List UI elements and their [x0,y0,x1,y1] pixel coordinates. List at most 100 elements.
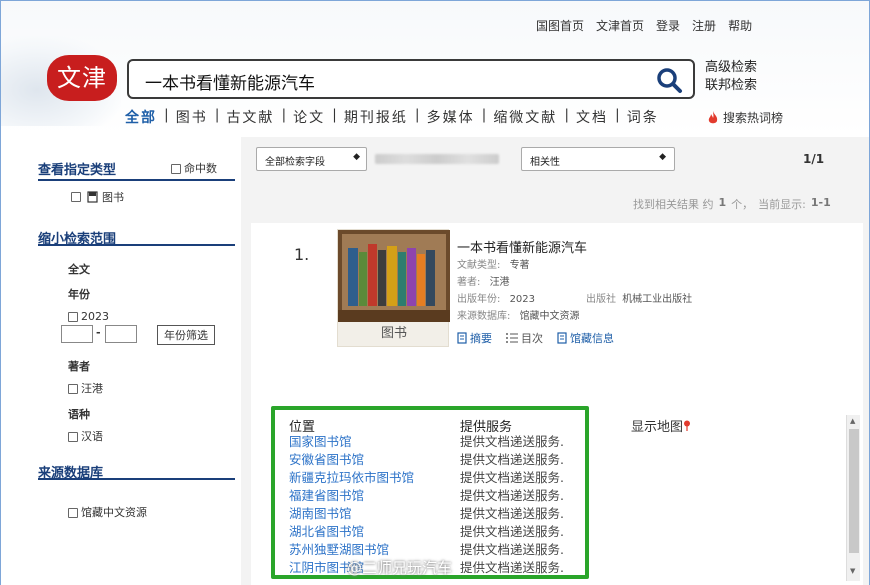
meta-pubyear: 出版年份: 2023 [457,292,535,308]
year-filter-button[interactable]: 年份筛选 [157,325,215,345]
tab-entries[interactable]: 词条 [627,107,659,127]
tab-separator: | [164,107,169,123]
pubyear-value: 2023 [509,294,536,305]
tab-multimedia[interactable]: 多媒体 [427,107,475,127]
result-actions: 摘要 目次 馆藏信息 [457,330,614,346]
hot-search[interactable]: 搜索热词榜 [707,109,783,126]
hit-count-label: 命中数 [184,162,217,175]
result-summary: 找到相关结果 约 1 个， 当前显示: 1-1 [633,196,831,212]
advanced-search-link[interactable]: 高级检索 [705,59,757,77]
books-checkbox[interactable] [71,192,81,202]
advanced-links: 高级检索 联邦检索 [705,59,757,95]
author-meta-value: 汪港 [489,277,510,288]
tab-books[interactable]: 图书 [176,107,208,127]
blurred-text [375,154,499,164]
tab-ancient[interactable]: 古文献 [226,107,274,127]
tab-separator: | [214,107,220,123]
meta-publisher: 出版社 机械工业出版社 [586,292,692,308]
result-unit: 个， [731,198,754,211]
document-icon [457,332,467,344]
meta-doctype: 文献类型: 专著 [457,258,530,274]
author-meta-label: 著者: [457,277,481,288]
scroll-up-icon[interactable]: ▲ [850,417,855,425]
hit-count-checkbox[interactable] [171,164,181,174]
wenjin-logo[interactable]: 文津 [47,55,117,101]
current-display-label: 当前显示: [758,198,806,211]
search-input[interactable]: 一本书看懂新能源汽车 [145,69,315,94]
language-option[interactable]: 汉语 [68,428,103,444]
result-title[interactable]: 一本书看懂新能源汽车 [457,237,587,256]
meta-author: 著者: 汪港 [457,275,510,291]
divider [38,244,235,246]
publisher-label: 出版社 [586,294,616,305]
fulltext-label[interactable]: 全文 [68,261,90,277]
cover-label: 图书 [380,326,407,341]
books-label: 图书 [102,191,124,204]
search-box[interactable]: 一本书看懂新能源汽车 [127,59,695,99]
federated-search-link[interactable]: 联邦检索 [705,77,757,95]
show-map-label: 显示地图 [631,420,684,435]
year-option[interactable]: 2023 [68,310,109,323]
select-arrows-icon: ◆ [353,152,360,162]
book-cover[interactable]: 图书 [337,229,450,347]
page-indicator: 1/1 [803,152,825,166]
bookshelf-illustration [338,230,450,322]
year-separator: - [96,326,101,339]
top-link-nlc-home[interactable]: 国图首页 [536,17,584,34]
hit-count-toggle[interactable]: 命中数 [171,160,217,176]
document-icon [557,332,567,344]
tab-microfilm[interactable]: 缩微文献 [493,107,557,127]
source-meta-value: 馆藏中文资源 [519,311,580,322]
publisher-value: 机械工业出版社 [622,294,693,305]
year-from-input[interactable] [61,325,93,343]
tab-all[interactable]: 全部 [125,107,157,127]
tab-documents[interactable]: 文档 [576,107,608,127]
source-option[interactable]: 馆藏中文资源 [68,504,147,520]
hot-search-label: 搜索热词榜 [723,111,784,125]
author-label: 著者 [68,360,90,373]
scrollbar-thumb[interactable] [849,429,859,553]
current-display-value: 1-1 [810,196,831,209]
sort-select[interactable]: 相关性 ◆ [521,147,675,171]
field-select[interactable]: 全部检索字段 ◆ [256,147,367,171]
language-checkbox[interactable] [68,432,78,442]
author-option[interactable]: 汪港 [68,380,103,396]
show-map[interactable]: 显示地图 [631,416,691,435]
year-option-label: 2023 [81,310,109,323]
top-link-login[interactable]: 登录 [656,17,680,34]
toc-link[interactable]: 目次 [506,330,543,346]
toc-label: 目次 [521,332,543,345]
year-checkbox[interactable] [68,312,78,322]
source-checkbox[interactable] [68,508,78,518]
result-count: 1 [718,196,727,209]
tab-separator: | [481,107,487,123]
tab-separator: | [414,107,420,123]
tab-separator: | [332,107,337,123]
result-index: 1. [294,245,310,264]
pubyear-label: 出版年份: [457,294,501,305]
source-option-label: 馆藏中文资源 [81,506,147,519]
top-link-help[interactable]: 帮助 [728,17,752,34]
top-link-register[interactable]: 注册 [692,17,716,34]
tab-separator: | [281,107,287,123]
top-link-wenjin-home[interactable]: 文津首页 [596,17,644,34]
list-icon [506,333,518,343]
search-icon[interactable] [655,66,683,94]
holdings-link[interactable]: 馆藏信息 [557,330,614,346]
author-checkbox[interactable] [68,384,78,394]
divider [38,478,235,480]
map-pin-icon [684,420,691,431]
source-meta-label: 来源数据库: [457,311,511,322]
tab-papers[interactable]: 论文 [293,107,325,127]
tab-periodicals[interactable]: 期刊报纸 [344,107,408,127]
category-tabs: 全部 | 图书 | 古文献 | 论文 | 期刊报纸 | 多媒体 | 缩微文献 | 文档 | 词条 [125,107,659,127]
scroll-down-icon[interactable]: ▼ [850,567,855,575]
meta-source: 来源数据库: 馆藏中文资源 [457,309,580,325]
type-item-books[interactable]: 图书 [71,189,124,205]
holdings-scrollbar[interactable]: ▲ ▼ [846,415,860,581]
tab-separator: | [564,107,570,123]
year-to-input[interactable] [105,325,137,343]
abstract-link[interactable]: 摘要 [457,330,492,346]
book-icon [87,191,98,203]
doctype-value: 专著 [509,260,530,271]
